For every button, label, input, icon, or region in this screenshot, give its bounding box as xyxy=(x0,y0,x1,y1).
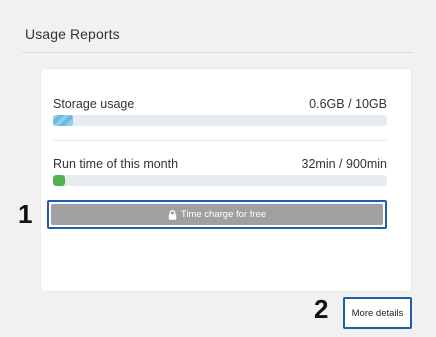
storage-usage-value: 0.6GB / 10GB xyxy=(309,97,387,111)
time-charge-highlight: Time charge for free xyxy=(47,200,387,229)
title-divider xyxy=(22,52,413,53)
row-divider xyxy=(53,140,387,141)
storage-usage-bar-fill xyxy=(53,115,74,126)
runtime-value: 32min / 900min xyxy=(301,157,387,171)
more-details-highlight: More details xyxy=(343,297,412,329)
page-title: Usage Reports xyxy=(25,26,120,42)
runtime-bar-fill xyxy=(53,175,65,186)
more-details-link[interactable]: More details xyxy=(352,308,404,319)
usage-card: Storage usage 0.6GB / 10GB Run time of t… xyxy=(41,69,411,291)
time-charge-label: Time charge for free xyxy=(180,209,267,220)
annotation-marker-2: 2 xyxy=(314,294,329,324)
storage-usage-bar xyxy=(53,115,387,126)
storage-usage-label: Storage usage xyxy=(53,97,135,111)
time-charge-button[interactable]: Time charge for free xyxy=(51,204,383,225)
runtime-bar xyxy=(53,175,387,186)
lock-icon xyxy=(168,209,177,220)
annotation-marker-1: 1 xyxy=(18,199,33,229)
runtime-label: Run time of this month xyxy=(53,157,179,171)
